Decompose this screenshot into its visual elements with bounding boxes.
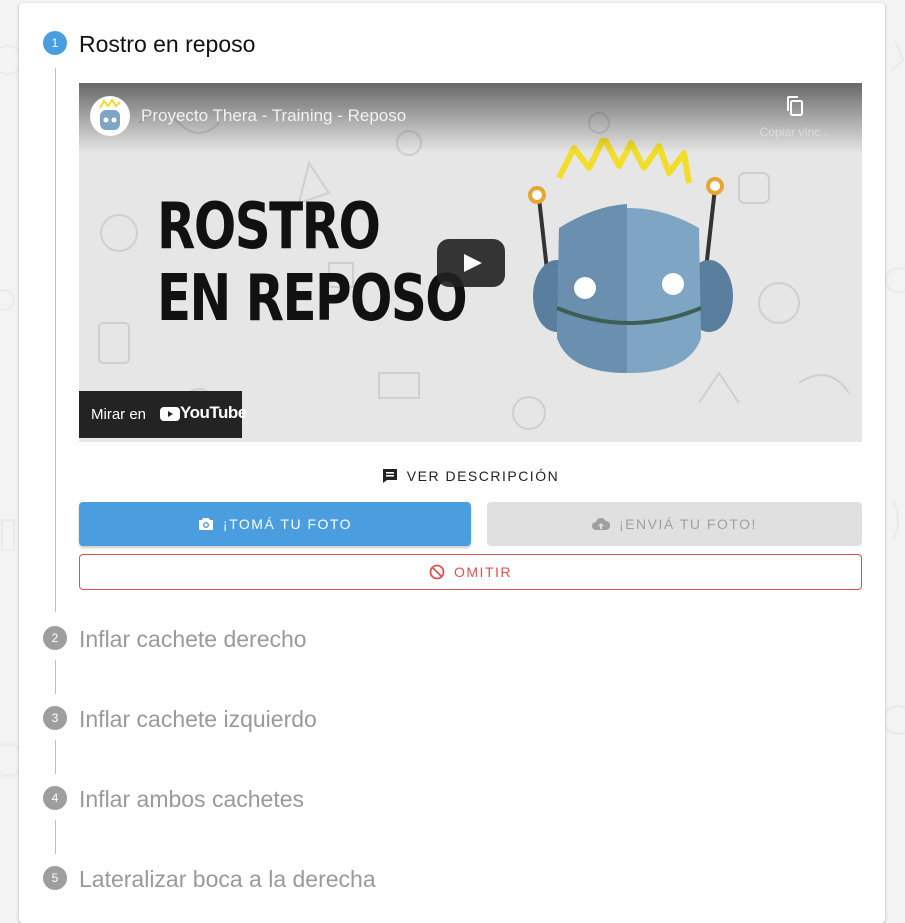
watch-on-youtube-button[interactable]: Mirar en YouTube [79, 391, 247, 438]
watch-on-label: Mirar en [91, 406, 147, 423]
skip-label: OMITIR [454, 564, 512, 580]
step-number-badge: 5 [43, 866, 67, 890]
step-title-inflar-cachete-izquierdo[interactable]: Inflar cachete izquierdo [79, 706, 317, 733]
thumbnail-line-2: EN REPOSO [157, 262, 468, 336]
view-description-button[interactable]: VER DESCRIPCIÓN [79, 462, 862, 490]
comment-text-icon [382, 469, 397, 483]
step-connector [55, 660, 56, 694]
skip-button[interactable]: OMITIR [79, 554, 862, 590]
step-connector [55, 820, 56, 854]
step-number-badge: 4 [43, 786, 67, 810]
robot-mascot-illustration [528, 138, 733, 373]
thumbnail-line-1: ROSTRO [157, 190, 381, 264]
play-icon[interactable] [437, 239, 505, 287]
thumbnail-headline: ROSTRO EN REPOSO [157, 190, 468, 336]
block-icon [429, 564, 445, 580]
send-photo-label: ¡ENVIÁ TU FOTO! [619, 516, 757, 532]
step-connector [55, 740, 56, 774]
youtube-wordmark: YouTube [180, 403, 247, 422]
camera-icon [198, 518, 213, 530]
youtube-logo-icon [160, 407, 180, 421]
send-photo-button[interactable]: ¡ENVIÁ TU FOTO! [487, 502, 862, 546]
step-number-badge: 2 [43, 626, 67, 650]
step-title-rostro-en-reposo[interactable]: Rostro en reposo [79, 31, 255, 58]
step-title-lateralizar-boca-derecha[interactable]: Lateralizar boca a la derecha [79, 866, 376, 893]
copy-icon [787, 96, 803, 116]
youtube-video-embed[interactable]: Proyecto Thera - Training - Reposo Copia… [79, 83, 862, 442]
step-title-inflar-ambos-cachetes[interactable]: Inflar ambos cachetes [79, 786, 304, 813]
take-photo-button[interactable]: ¡TOMÁ TU FOTO [79, 502, 471, 546]
step-number-badge: 3 [43, 706, 67, 730]
view-description-label: VER DESCRIPCIÓN [406, 468, 560, 484]
step-number-badge: 1 [43, 31, 67, 55]
take-photo-label: ¡TOMÁ TU FOTO [222, 516, 353, 532]
step-title-inflar-cachete-derecho[interactable]: Inflar cachete derecho [79, 626, 307, 653]
cloud-upload-icon [592, 517, 611, 530]
step-connector [55, 68, 56, 612]
video-title[interactable]: Proyecto Thera - Training - Reposo [141, 106, 406, 126]
copy-link-label: Copiar vínc... [759, 125, 831, 139]
channel-avatar[interactable] [90, 96, 130, 136]
copy-link-button[interactable]: Copiar vínc... [758, 95, 832, 139]
